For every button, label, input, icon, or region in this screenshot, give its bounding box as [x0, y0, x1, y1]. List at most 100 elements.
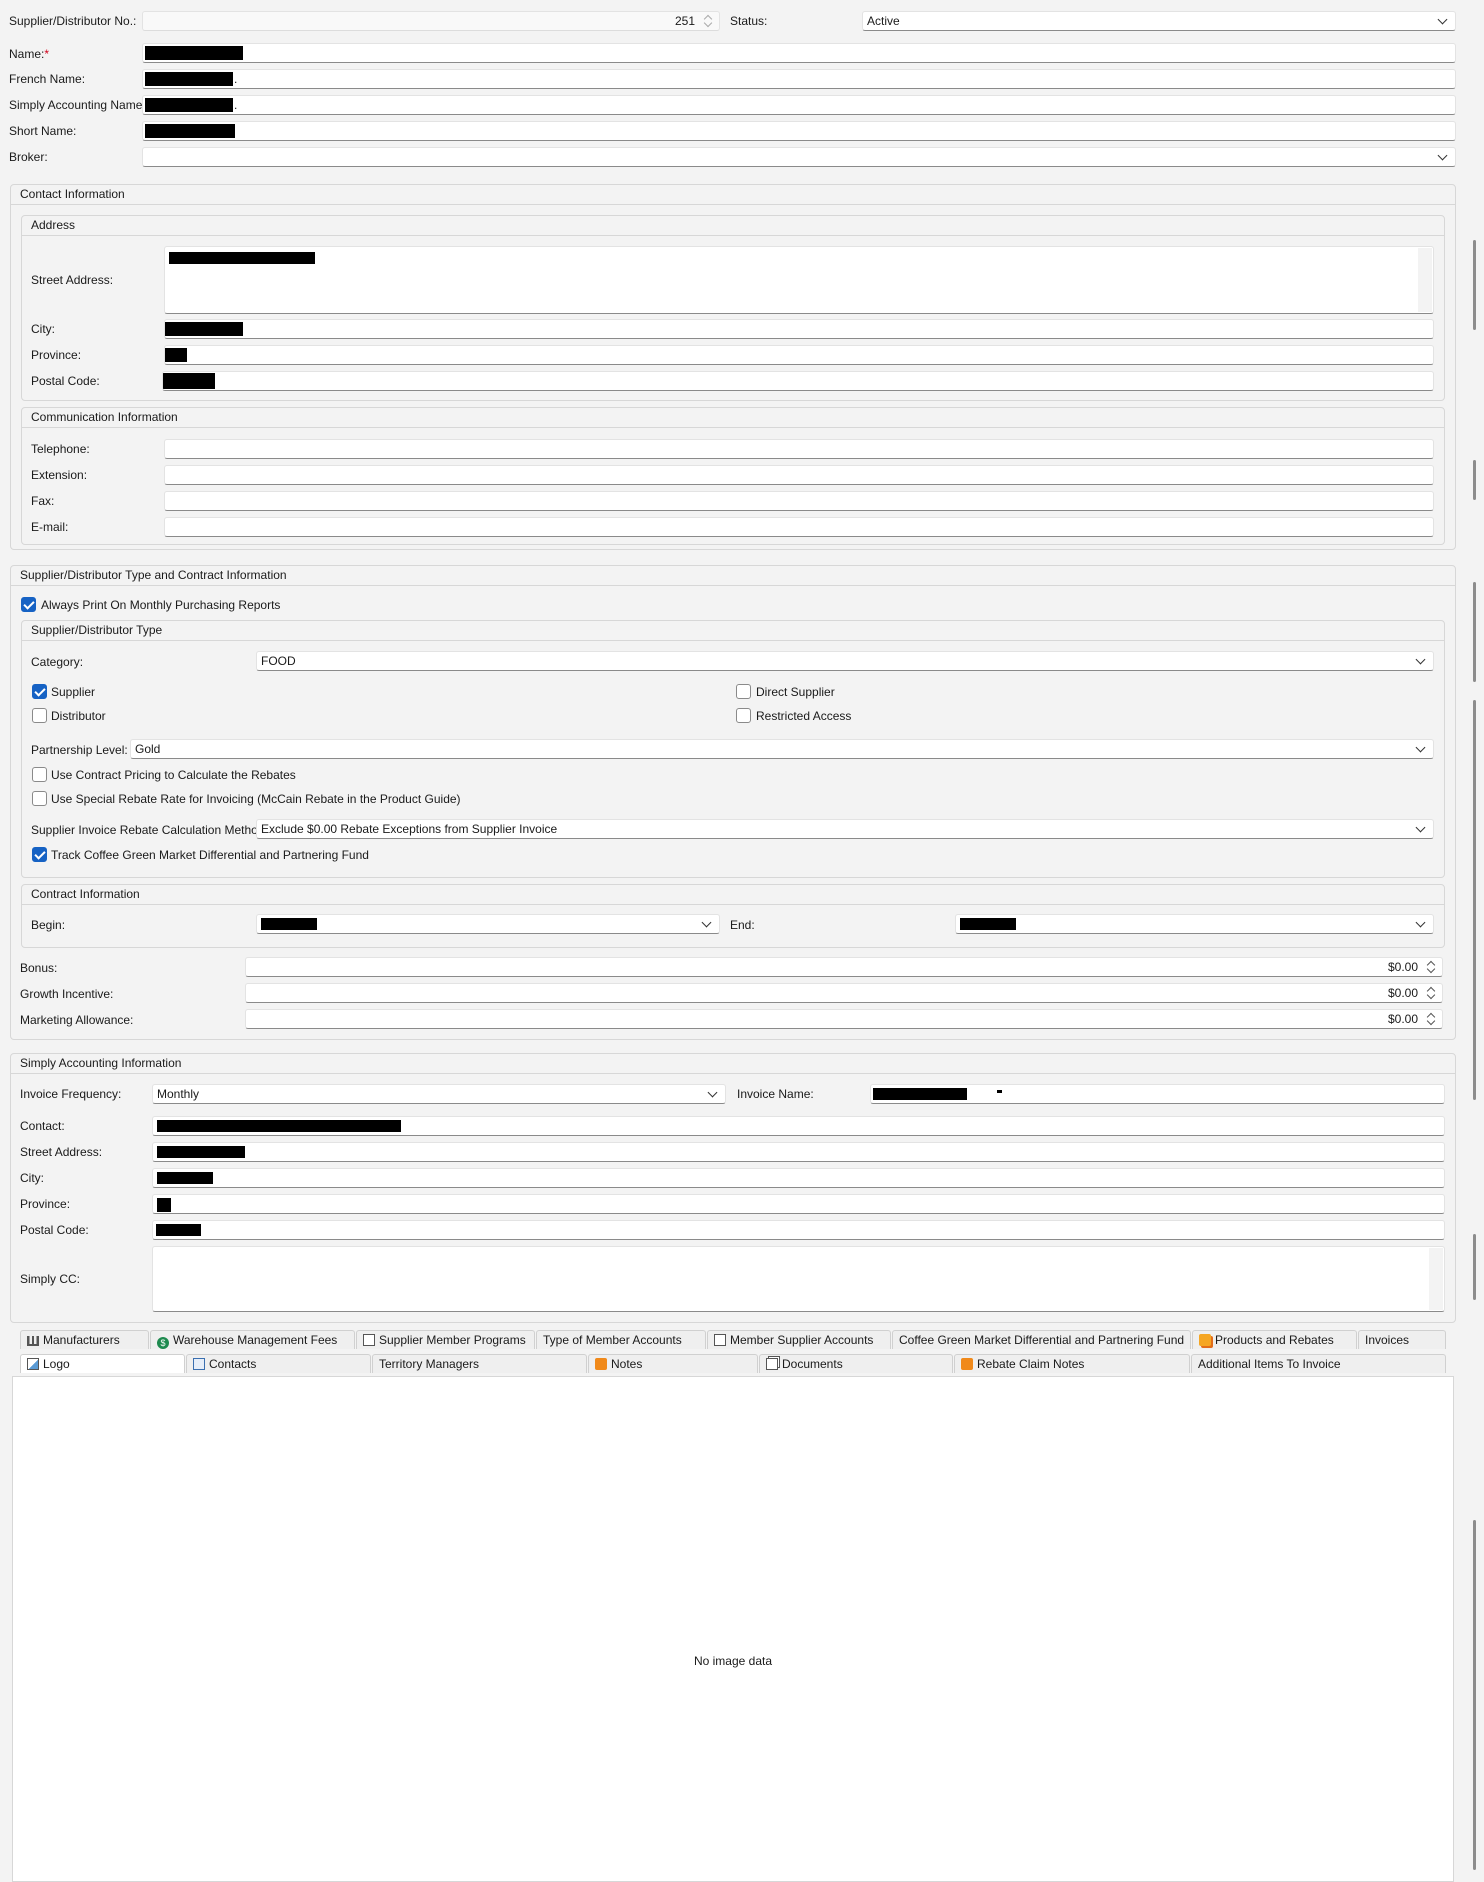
spinner-icon[interactable] [1426, 1011, 1436, 1027]
document-icon [714, 1334, 726, 1346]
scroll-indicator[interactable] [1473, 460, 1476, 500]
tab-coffee-green-market[interactable]: Coffee Green Market Differential and Par… [892, 1330, 1191, 1349]
simply-street-label: Street Address: [20, 1145, 103, 1159]
tab-rebate-claim-notes[interactable]: Rebate Claim Notes [954, 1354, 1190, 1373]
begin-date-select[interactable] [256, 914, 720, 934]
tab-additional-items[interactable]: Additional Items To Invoice [1191, 1354, 1446, 1373]
note-icon [595, 1358, 607, 1370]
calc-method-select[interactable]: Exclude $0.00 Rebate Exceptions from Sup… [256, 819, 1434, 839]
scroll-indicator[interactable] [1473, 1234, 1476, 1300]
tab-products-and-rebates[interactable]: Products and Rebates [1192, 1330, 1357, 1349]
tab-supplier-member-programs[interactable]: Supplier Member Programs [356, 1330, 535, 1349]
chevron-down-icon [1415, 654, 1426, 665]
chevron-down-icon [1415, 742, 1426, 753]
broker-select[interactable] [142, 147, 1456, 167]
redacted-block [873, 1088, 967, 1100]
supplier-no-field[interactable]: 251 [142, 11, 720, 31]
scroll-indicator[interactable] [1473, 582, 1476, 682]
city-input[interactable] [164, 319, 1434, 339]
scroll-indicator[interactable] [1473, 700, 1476, 1100]
invoice-name-input[interactable] [870, 1084, 1445, 1104]
short-name-label: Short Name: [9, 124, 77, 138]
growth-incentive-input[interactable]: $0.00 [245, 983, 1443, 1003]
telephone-input[interactable] [164, 439, 1434, 459]
use-special-rebate-checkbox[interactable] [32, 791, 47, 806]
simply-name-input[interactable]: . [142, 95, 1456, 115]
tab-logo[interactable]: Logo [20, 1354, 185, 1373]
use-contract-pricing-checkbox[interactable] [32, 767, 47, 782]
redacted-block [145, 124, 235, 138]
tab-notes[interactable]: Notes [588, 1354, 758, 1373]
tab-warehouse-management-fees[interactable]: $ Warehouse Management Fees [150, 1330, 355, 1349]
tab-label: Documents [782, 1357, 843, 1371]
partnership-level-select[interactable]: Gold [130, 739, 1434, 759]
contract-info-title: Contract Information [22, 885, 1444, 905]
scroll-indicator[interactable] [1473, 1520, 1476, 1870]
distributor-checkbox[interactable] [32, 708, 47, 723]
tab-label: Rebate Claim Notes [977, 1357, 1085, 1371]
french-name-input[interactable]: . [142, 69, 1456, 89]
marketing-allowance-input[interactable]: $0.00 [245, 1009, 1443, 1029]
name-input[interactable] [142, 43, 1456, 63]
simply-postal-input[interactable] [152, 1220, 1445, 1240]
tab-contacts[interactable]: Contacts [186, 1354, 371, 1373]
tab-strip-row1: Manufacturers $ Warehouse Management Fees… [20, 1330, 1446, 1350]
simply-street-input[interactable] [152, 1142, 1445, 1162]
spinner-icon[interactable] [703, 13, 713, 29]
simply-cc-textarea[interactable] [152, 1246, 1445, 1312]
simply-contact-input[interactable] [152, 1116, 1445, 1136]
simply-city-input[interactable] [152, 1168, 1445, 1188]
calc-method-value: Exclude $0.00 Rebate Exceptions from Sup… [261, 822, 558, 836]
supplier-checkbox[interactable] [32, 684, 47, 699]
tab-label: Type of Member Accounts [543, 1333, 682, 1347]
scrollbar[interactable] [1429, 1248, 1443, 1310]
short-name-input[interactable] [142, 121, 1456, 141]
invoice-frequency-select[interactable]: Monthly [152, 1084, 726, 1104]
spinner-icon[interactable] [1426, 985, 1436, 1001]
bonus-value: $0.00 [1387, 960, 1418, 974]
spinner-icon[interactable] [1426, 959, 1436, 975]
extension-input[interactable] [164, 465, 1434, 485]
tab-label: Invoices [1365, 1333, 1410, 1347]
supplier-no-label: Supplier/Distributor No.: [9, 14, 137, 28]
redacted-block [997, 1090, 1002, 1093]
scrollbar[interactable] [1418, 248, 1432, 312]
simply-name-suffix: . [234, 98, 238, 112]
postal-code-label: Postal Code: [31, 374, 100, 388]
bonus-input[interactable]: $0.00 [245, 957, 1443, 977]
restricted-access-label: Restricted Access [756, 709, 852, 723]
end-date-select[interactable] [955, 914, 1434, 934]
province-input[interactable] [164, 345, 1434, 365]
tab-manufacturers[interactable]: Manufacturers [20, 1330, 149, 1349]
tab-label: Notes [611, 1357, 643, 1371]
scroll-indicator[interactable] [1473, 240, 1476, 330]
always-print-checkbox[interactable] [21, 597, 36, 612]
tab-member-supplier-accounts[interactable]: Member Supplier Accounts [707, 1330, 891, 1349]
street-address-textarea[interactable] [164, 246, 1434, 314]
redacted-block [156, 1224, 201, 1236]
category-select[interactable]: FOOD [256, 651, 1434, 671]
type-contract-title: Supplier/Distributor Type and Contract I… [11, 566, 1455, 586]
contact-card-icon [193, 1358, 205, 1370]
tab-invoices[interactable]: Invoices [1358, 1330, 1446, 1349]
tab-territory-managers[interactable]: Territory Managers [372, 1354, 587, 1373]
tab-type-of-member-accounts[interactable]: Type of Member Accounts [536, 1330, 706, 1349]
invoice-name-label: Invoice Name: [737, 1087, 814, 1101]
city-label: City: [31, 322, 55, 336]
contact-info-title: Contact Information [11, 185, 1455, 205]
tab-documents[interactable]: Documents [759, 1354, 953, 1373]
tab-label: Logo [43, 1357, 70, 1371]
postal-code-input[interactable] [162, 371, 1434, 391]
restricted-access-checkbox[interactable] [736, 708, 751, 723]
chevron-down-icon [707, 1087, 718, 1098]
chevron-down-icon [1437, 14, 1448, 25]
partnership-level-label: Partnership Level: [31, 743, 128, 757]
simply-province-input[interactable] [152, 1194, 1445, 1214]
email-input[interactable] [164, 517, 1434, 537]
invoice-frequency-label: Invoice Frequency: [20, 1087, 122, 1101]
track-coffee-checkbox[interactable] [32, 847, 47, 862]
status-select[interactable]: Active [862, 11, 1456, 31]
fax-input[interactable] [164, 491, 1434, 511]
redacted-block [145, 98, 233, 112]
direct-supplier-checkbox[interactable] [736, 684, 751, 699]
